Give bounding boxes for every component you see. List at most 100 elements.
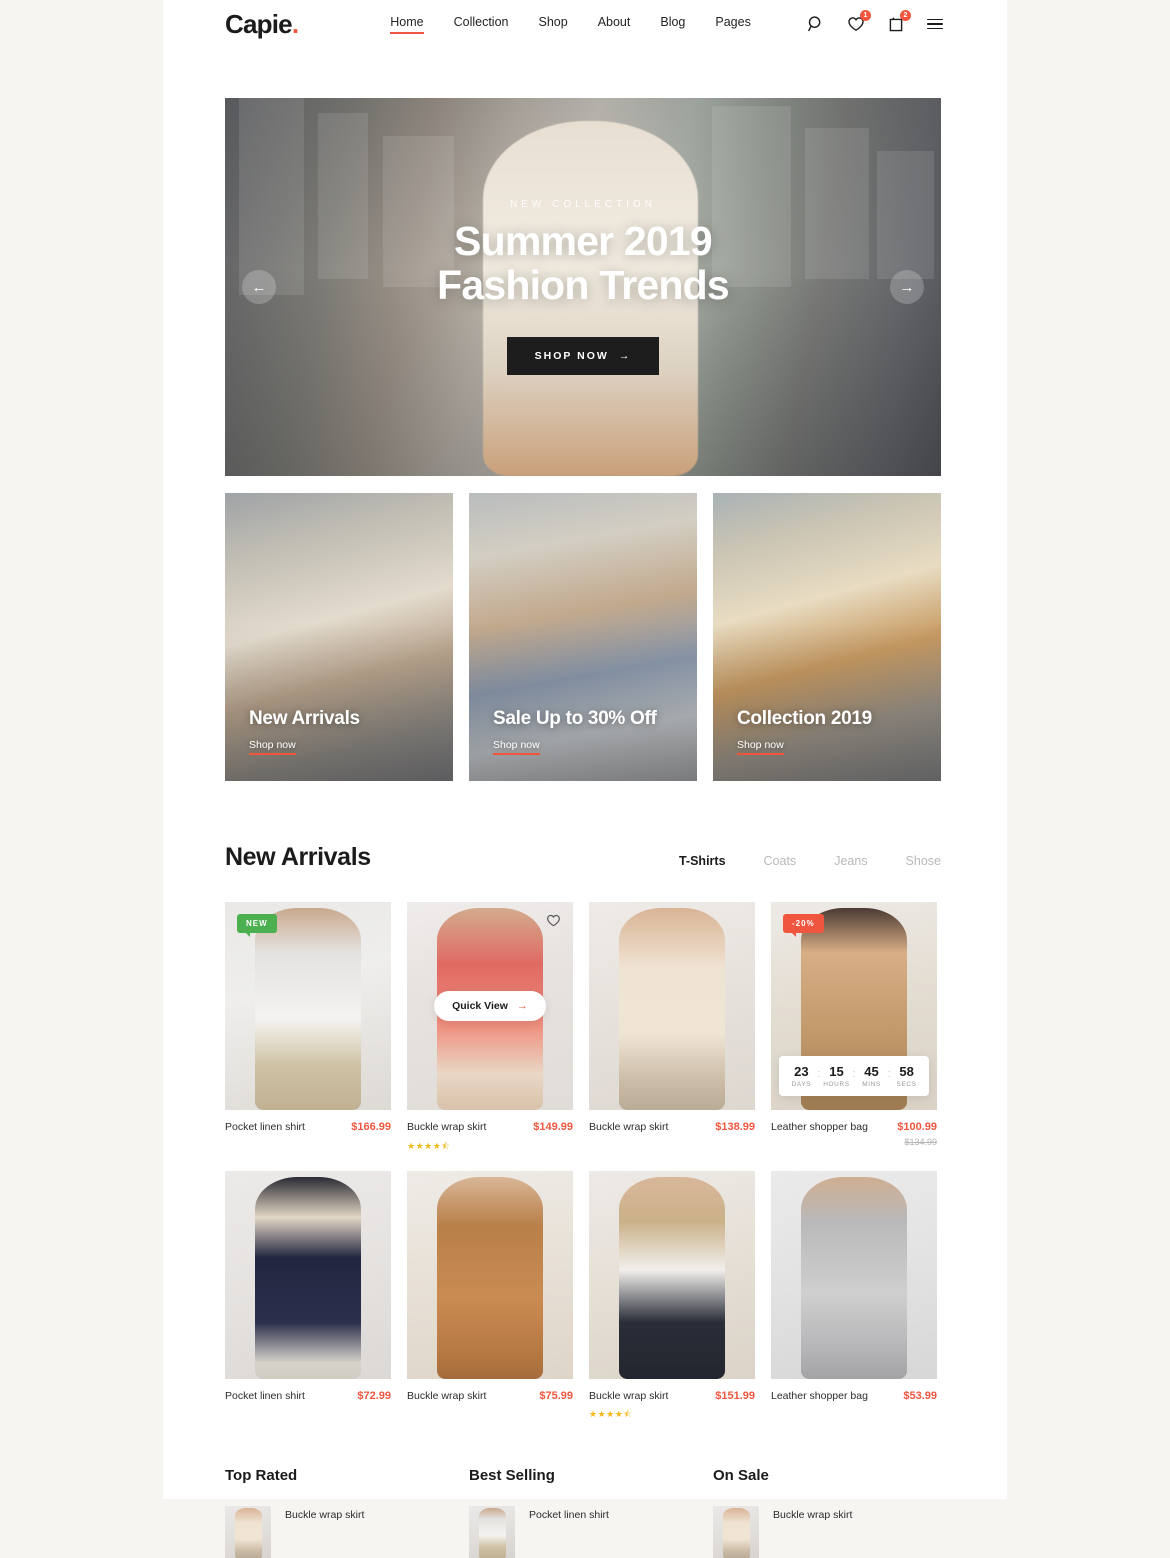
quick-view-label: Quick View — [452, 1000, 508, 1012]
list-title: Best Selling — [469, 1467, 555, 1485]
list-title: On Sale — [713, 1467, 769, 1485]
rating-stars: ★★★★⯪ — [407, 1140, 451, 1151]
product-card[interactable]: Quick View → Buckle wrap skirt ★★★★⯪ $14… — [407, 902, 573, 1155]
promo-link[interactable]: Shop now — [737, 739, 784, 755]
product-price: $166.99 — [351, 1121, 391, 1133]
product-name: Leather shopper bag — [771, 1389, 868, 1402]
product-old-price: $134.99 — [904, 1137, 937, 1147]
list-item-name: Buckle wrap skirt — [773, 1509, 853, 1522]
promo-title: Collection 2019 — [737, 708, 872, 729]
promo-card-new-arrivals[interactable]: New Arrivals Shop now — [225, 493, 453, 781]
list-item[interactable]: Pocket linen shirt — [469, 1506, 697, 1558]
countdown-hours-label: HOURS — [823, 1081, 850, 1088]
product-price: $100.99 — [897, 1121, 937, 1133]
product-price: $151.99 — [715, 1389, 755, 1402]
product-image[interactable]: NEW — [225, 902, 391, 1110]
product-name: Leather shopper bag — [771, 1121, 868, 1133]
nav-item-shop[interactable]: Shop — [538, 15, 567, 34]
new-badge: NEW — [237, 914, 277, 937]
product-name: Pocket linen shirt — [225, 1389, 305, 1402]
arrow-right-icon: → — [618, 350, 632, 363]
product-image[interactable] — [225, 1170, 391, 1379]
header-actions: 1 2 — [807, 10, 1007, 33]
promo-title: Sale Up to 30% Off — [493, 708, 657, 729]
list-item[interactable]: Buckle wrap skirt — [225, 1506, 453, 1558]
hero-next-button[interactable]: → — [890, 270, 924, 304]
tab-coats[interactable]: Coats — [764, 854, 797, 868]
nav-item-about[interactable]: About — [598, 15, 631, 34]
list-item-name: Buckle wrap skirt — [285, 1509, 365, 1522]
product-name: Buckle wrap skirt — [407, 1389, 487, 1402]
product-name: Buckle wrap skirt — [589, 1389, 669, 1402]
product-card[interactable]: Buckle wrap skirt ★★★★⯪ $151.99 — [589, 1170, 755, 1424]
product-card[interactable]: Buckle wrap skirt $138.99 — [589, 902, 755, 1155]
product-card[interactable]: Buckle wrap skirt $75.99 — [407, 1170, 573, 1424]
list-item-name: Pocket linen shirt — [529, 1509, 609, 1522]
bag-icon[interactable]: 2 — [887, 10, 911, 33]
search-icon[interactable] — [807, 15, 825, 33]
hero-title-line2: Fashion Trends — [437, 262, 730, 308]
list-item-thumbnail — [469, 1506, 515, 1558]
countdown-secs-label: SECS — [896, 1081, 917, 1088]
product-image[interactable]: Quick View → — [407, 902, 573, 1110]
hero-title-line1: Summer 2019 — [454, 217, 713, 264]
countdown-timer: 23 DAYS : 15 HOURS : 45 MINS : 58 SECS — [779, 1056, 929, 1096]
list-title: Top Rated — [225, 1467, 298, 1485]
product-price: $53.99 — [903, 1389, 937, 1402]
quick-view-button[interactable]: Quick View → — [434, 991, 546, 1021]
nav-item-blog[interactable]: Blog — [660, 15, 685, 34]
product-card[interactable]: -20% 23 DAYS : 15 HOURS : 45 MINS : 58 SECS … — [771, 902, 937, 1155]
promo-card-sale[interactable]: Sale Up to 30% Off Shop now — [469, 493, 697, 781]
product-image[interactable] — [407, 1170, 573, 1379]
main-nav: Home Collection Shop About Blog Pages — [390, 15, 751, 34]
countdown-secs: 58 — [899, 1064, 914, 1079]
tab-shose[interactable]: Shose — [906, 854, 941, 868]
product-price: $149.99 — [533, 1121, 573, 1133]
product-price: $138.99 — [715, 1121, 755, 1133]
tab-t-shirts[interactable]: T-Shirts — [679, 854, 726, 868]
nav-item-collection[interactable]: Collection — [454, 15, 509, 34]
section-title: New Arrivals — [225, 843, 371, 871]
product-name: Buckle wrap skirt — [589, 1121, 669, 1133]
promo-cards: New Arrivals Shop now Sale Up to 30% Off… — [225, 493, 941, 781]
logo-dot: . — [291, 8, 299, 39]
hero-prev-button[interactable]: ← — [242, 270, 276, 304]
logo[interactable]: Capie. — [225, 8, 299, 40]
promo-link[interactable]: Shop now — [249, 739, 296, 755]
product-card[interactable]: Pocket linen shirt $72.99 — [225, 1170, 391, 1424]
countdown-mins: 45 — [864, 1064, 879, 1079]
product-name: Buckle wrap skirt — [407, 1121, 487, 1133]
list-item-thumbnail — [713, 1506, 759, 1558]
tab-jeans[interactable]: Jeans — [834, 854, 867, 868]
product-price: $75.99 — [539, 1389, 573, 1402]
list-item[interactable]: Buckle wrap skirt — [713, 1506, 941, 1558]
arrow-right-icon: → — [516, 1000, 528, 1012]
list-on-sale: On Sale Buckle wrap skirt — [713, 1467, 941, 1558]
page-canvas: Capie. Home Collection Shop About Blog P… — [163, 0, 1007, 1558]
list-best-selling: Best Selling Pocket linen shirt — [469, 1467, 697, 1558]
product-card[interactable]: Leather shopper bag $53.99 — [771, 1170, 937, 1424]
logo-text: Capie — [225, 8, 293, 39]
hero-kicker: NEW COLLECTION — [509, 198, 656, 210]
promo-card-collection[interactable]: Collection 2019 Shop now — [713, 493, 941, 781]
nav-item-pages[interactable]: Pages — [715, 15, 750, 34]
nav-item-home[interactable]: Home — [390, 15, 424, 34]
product-price: $72.99 — [357, 1389, 391, 1402]
hero-shop-now-button[interactable]: SHOP NOW → — [506, 337, 660, 376]
countdown-days-label: DAYS — [791, 1081, 812, 1088]
heart-icon[interactable]: 1 — [847, 10, 871, 33]
new-arrivals-header: New Arrivals T-Shirts Coats Jeans Shose — [225, 843, 941, 872]
wishlist-heart-icon[interactable] — [546, 913, 561, 928]
hamburger-icon[interactable] — [927, 18, 943, 30]
product-card[interactable]: NEW Pocket linen shirt $166.99 — [225, 902, 391, 1155]
rating-stars: ★★★★⯪ — [589, 1409, 633, 1420]
product-image[interactable] — [589, 1170, 755, 1379]
product-grid: NEW Pocket linen shirt $166.99 Quick Vie… — [225, 902, 941, 1423]
countdown-days: 23 — [794, 1064, 809, 1079]
list-item-thumbnail — [225, 1506, 271, 1558]
promo-link[interactable]: Shop now — [493, 739, 540, 755]
countdown-mins-label: MINS — [862, 1081, 881, 1088]
product-image[interactable] — [771, 1170, 937, 1379]
product-image[interactable] — [589, 902, 755, 1110]
product-image[interactable]: -20% 23 DAYS : 15 HOURS : 45 MINS : 58 SECS — [771, 902, 937, 1110]
